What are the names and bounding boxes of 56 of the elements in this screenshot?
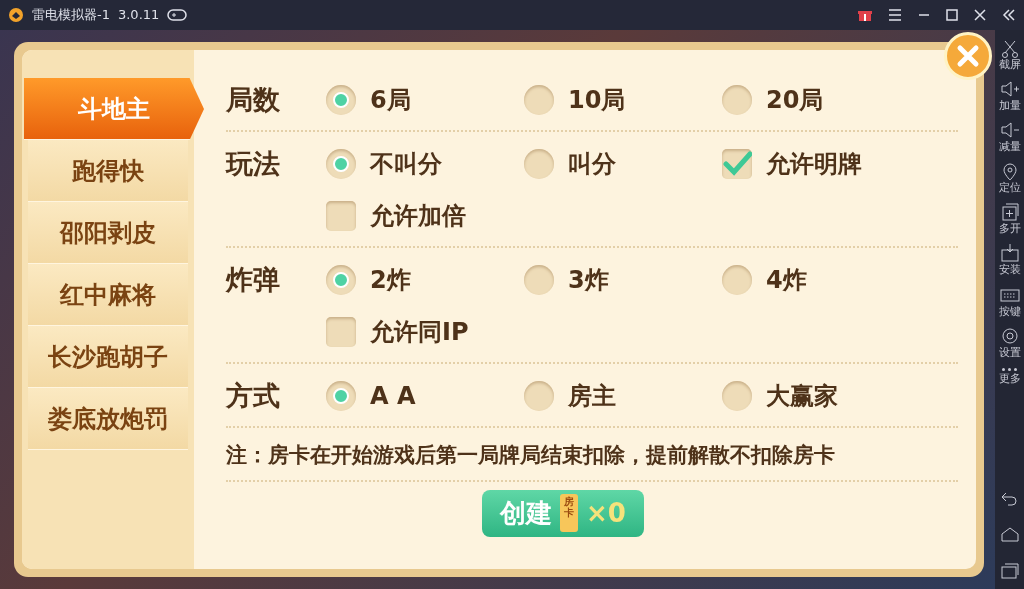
checkbox-option[interactable]: 允许同IP <box>326 312 524 352</box>
sidebar-tool[interactable]: 截屏 <box>998 38 1021 72</box>
checkbox-option[interactable]: 允许明牌 <box>722 144 920 184</box>
speaker-minus-icon <box>999 120 1020 141</box>
radio-option[interactable]: 10局 <box>524 80 722 120</box>
scissors-icon <box>999 38 1020 58</box>
more-icon <box>1001 366 1018 372</box>
game-tab[interactable]: 红中麻将 <box>28 264 188 326</box>
sidebar-tool[interactable]: 定位 <box>998 161 1021 195</box>
sidebar-tool[interactable]: 多开 <box>998 202 1021 236</box>
radio-option[interactable]: 6局 <box>326 80 524 120</box>
gear-icon <box>999 325 1020 346</box>
window-plus-icon <box>999 202 1020 223</box>
game-tab[interactable]: 邵阳剥皮 <box>28 202 188 264</box>
speaker-plus-icon <box>999 79 1020 100</box>
download-icon <box>999 243 1020 264</box>
radio-option[interactable]: 大赢家 <box>722 376 920 416</box>
game-tab[interactable]: 跑得快 <box>28 140 188 202</box>
checkmark-icon <box>722 151 752 177</box>
sidebar-tool[interactable]: 加量 <box>998 79 1021 113</box>
version-label: 3.0.11 <box>117 6 160 25</box>
recent-apps-icon[interactable] <box>999 561 1020 581</box>
window-title: 雷电模拟器-1 <box>32 6 110 25</box>
gift-icon[interactable] <box>858 8 872 22</box>
radio-option[interactable]: 20局 <box>722 80 920 120</box>
sidebar-tool[interactable]: 按键 <box>998 284 1021 318</box>
sidebar-tool[interactable]: 更多 <box>998 366 1021 385</box>
sidebar-tool[interactable]: 减量 <box>998 120 1021 154</box>
radio-option[interactable]: 4炸 <box>722 260 920 300</box>
menu-icon[interactable] <box>888 9 902 21</box>
game-tab[interactable]: 娄底放炮罚 <box>28 388 188 450</box>
collapse-icon[interactable] <box>1002 9 1016 21</box>
radio-option[interactable]: 3炸 <box>524 260 722 300</box>
room-card-icon: 房卡 <box>560 494 578 532</box>
note-text: 注：房卡在开始游戏后第一局牌局结束扣除，提前解散不扣除房卡 <box>226 428 958 482</box>
close-icon[interactable] <box>974 9 986 21</box>
maximize-icon[interactable] <box>946 9 958 21</box>
sidebar-tool[interactable]: 安装 <box>998 243 1021 277</box>
section-label: 炸弹 <box>226 263 281 297</box>
app-logo-icon <box>8 7 24 23</box>
radio-option[interactable]: 叫分 <box>524 144 722 184</box>
close-icon <box>956 44 980 68</box>
radio-option[interactable]: 房主 <box>524 376 722 416</box>
home-icon[interactable] <box>999 525 1020 545</box>
gamepad-icon[interactable] <box>167 8 188 22</box>
section-label: 方式 <box>226 379 281 413</box>
create-button[interactable]: 创建 房卡 ×0 <box>482 489 644 537</box>
close-button[interactable] <box>944 32 992 80</box>
radio-option[interactable]: 2炸 <box>326 260 524 300</box>
section-label: 局数 <box>226 83 281 117</box>
checkbox-option[interactable]: 允许加倍 <box>326 196 524 236</box>
sidebar-tool[interactable]: 设置 <box>998 325 1021 359</box>
section-label: 玩法 <box>226 147 281 181</box>
game-tab[interactable]: 长沙跑胡子 <box>28 326 188 388</box>
radio-option[interactable]: 不叫分 <box>326 144 524 184</box>
radio-option[interactable]: A A <box>326 376 524 416</box>
